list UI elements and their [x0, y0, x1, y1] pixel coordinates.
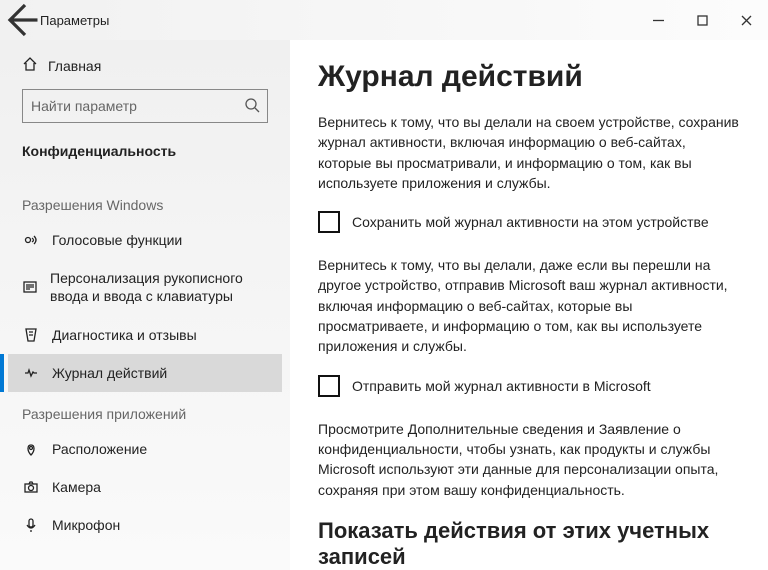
page-title: Журнал действий — [318, 60, 742, 94]
description-3: Просмотрите Дополнительные сведения и За… — [318, 419, 742, 500]
sidebar-item-label: Микрофон — [52, 516, 120, 534]
close-button[interactable] — [724, 0, 768, 40]
checkbox-send-microsoft[interactable]: Отправить мой журнал активности в Micros… — [318, 375, 742, 397]
window-title: Параметры — [40, 13, 109, 28]
maximize-icon — [697, 15, 708, 26]
maximize-button[interactable] — [680, 0, 724, 40]
home-label: Главная — [48, 58, 101, 74]
description-1: Вернитесь к тому, что вы делали на своем… — [318, 112, 742, 193]
sidebar-item-activity-history[interactable]: Журнал действий — [8, 354, 282, 392]
speech-icon — [22, 232, 40, 248]
microphone-icon — [22, 517, 40, 533]
sidebar-item-camera[interactable]: Камера — [8, 468, 282, 506]
checkbox-icon — [318, 375, 340, 397]
sidebar-item-location[interactable]: Расположение — [8, 430, 282, 468]
category-heading: Конфиденциальность — [8, 143, 282, 183]
minimize-button[interactable] — [636, 0, 680, 40]
checkbox-label: Сохранить мой журнал активности на этом … — [352, 214, 709, 230]
sidebar-item-inking[interactable]: Персонализация рукописного ввода и ввода… — [8, 259, 282, 315]
inking-icon — [22, 279, 38, 295]
search-input[interactable] — [22, 89, 268, 123]
minimize-icon — [653, 15, 664, 26]
camera-icon — [22, 479, 40, 495]
subheading-accounts: Показать действия от этих учетных записе… — [318, 518, 742, 570]
sidebar-item-speech[interactable]: Голосовые функции — [8, 221, 282, 259]
search-box[interactable] — [22, 89, 268, 123]
back-button[interactable] — [0, 0, 40, 40]
activity-icon — [22, 365, 40, 381]
checkbox-label: Отправить мой журнал активности в Micros… — [352, 378, 651, 394]
checkbox-icon — [318, 211, 340, 233]
sidebar-item-label: Расположение — [52, 440, 147, 458]
sidebar-item-label: Камера — [52, 478, 101, 496]
titlebar: Параметры — [0, 0, 768, 40]
close-icon — [741, 15, 752, 26]
description-2: Вернитесь к тому, что вы делали, даже ес… — [318, 255, 742, 356]
search-icon — [244, 97, 260, 118]
sidebar-item-microphone[interactable]: Микрофон — [8, 506, 282, 544]
section-header-windows: Разрешения Windows — [8, 183, 282, 221]
location-icon — [22, 441, 40, 457]
section-header-apps: Разрешения приложений — [8, 392, 282, 430]
checkbox-store-device[interactable]: Сохранить мой журнал активности на этом … — [318, 211, 742, 233]
sidebar-item-label: Голосовые функции — [52, 231, 182, 249]
content-pane: Журнал действий Вернитесь к тому, что вы… — [290, 40, 768, 570]
sidebar-item-label: Персонализация рукописного ввода и ввода… — [50, 269, 268, 305]
arrow-left-icon — [0, 0, 40, 40]
home-icon — [22, 56, 38, 75]
sidebar-item-label: Диагностика и отзывы — [52, 326, 197, 344]
home-nav[interactable]: Главная — [8, 52, 282, 89]
diagnostics-icon — [22, 327, 40, 343]
sidebar-item-diagnostics[interactable]: Диагностика и отзывы — [8, 316, 282, 354]
sidebar: Главная Конфиденциальность Разрешения Wi… — [0, 40, 290, 570]
sidebar-item-label: Журнал действий — [52, 364, 167, 382]
